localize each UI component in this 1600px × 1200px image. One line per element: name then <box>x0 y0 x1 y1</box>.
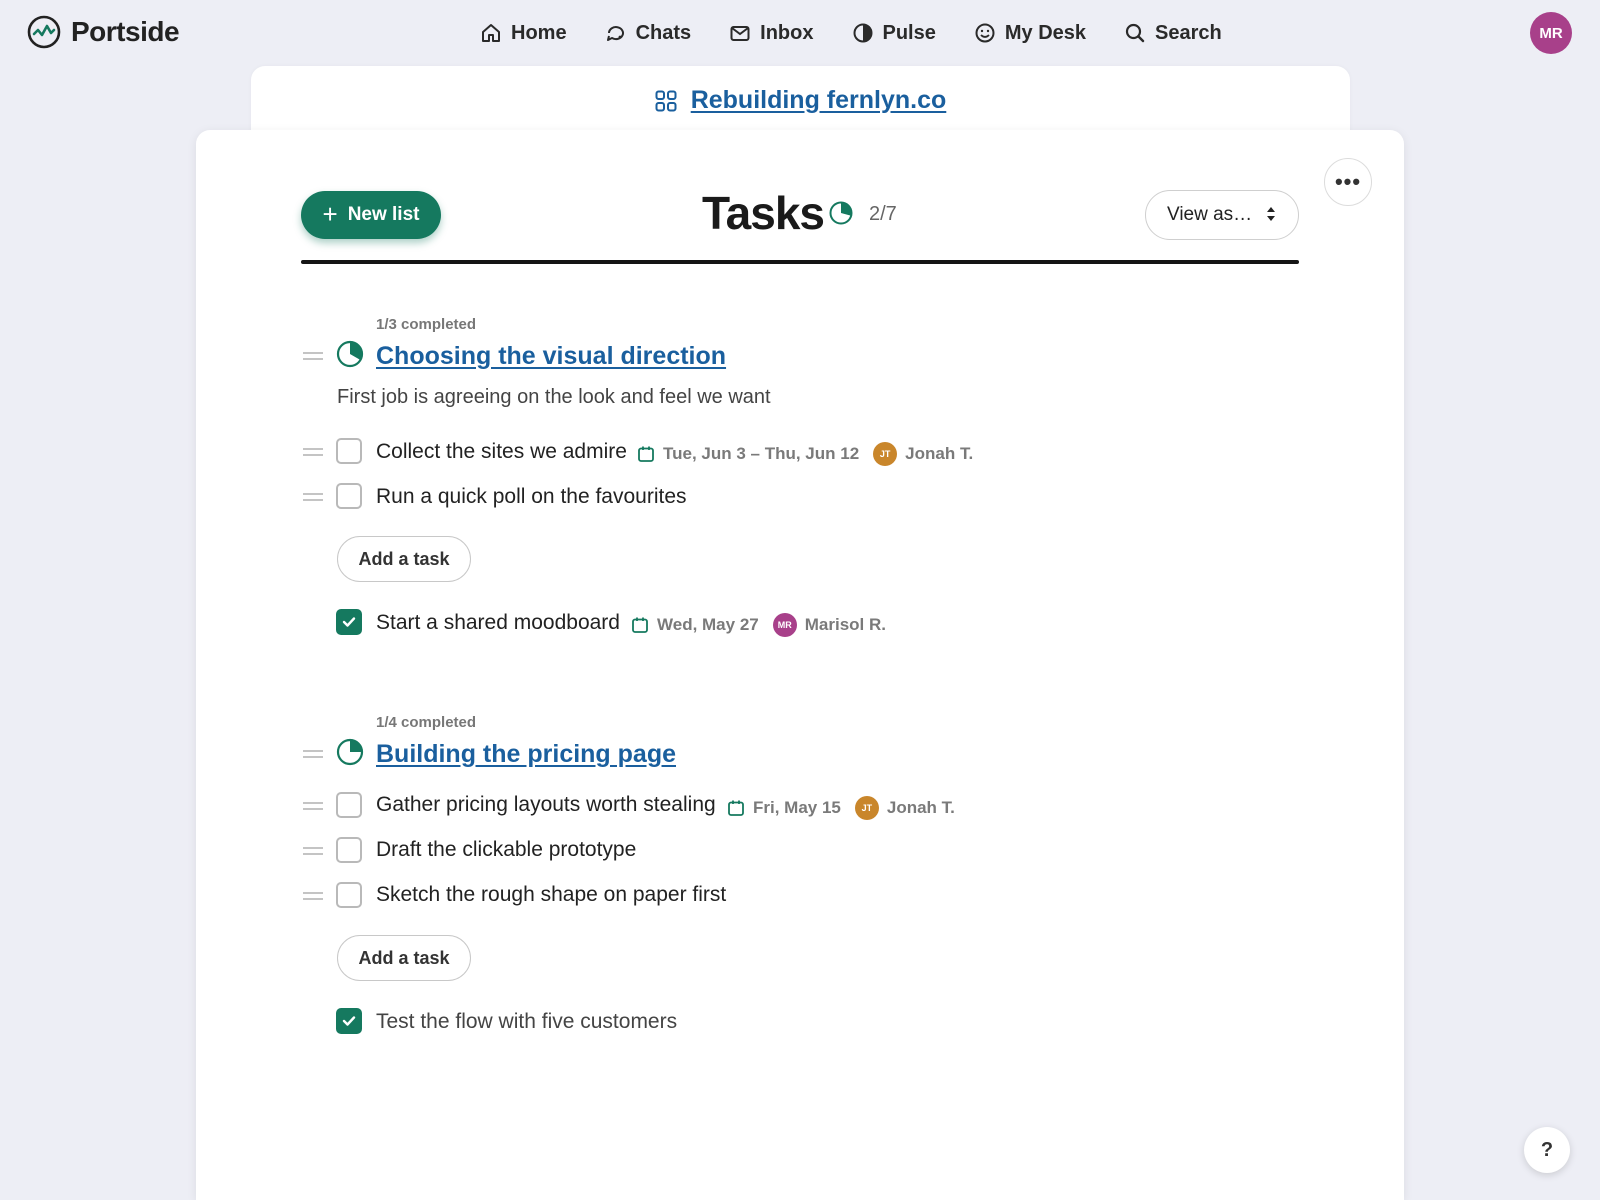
drag-handle-icon[interactable] <box>303 750 323 758</box>
task-meta: Tue, Jun 3 – Thu, Jun 12 JT Jonah T. <box>637 442 973 466</box>
tasks-count: 2/7 <box>869 203 897 225</box>
calendar-icon <box>632 617 648 633</box>
drag-handle-icon[interactable] <box>303 892 323 900</box>
progress-pie-icon <box>336 738 364 766</box>
chat-icon <box>606 26 624 41</box>
drag-handle-icon[interactable] <box>303 493 323 501</box>
list-title[interactable]: Choosing the visual direction <box>376 342 726 371</box>
drag-handle-icon[interactable] <box>303 352 323 360</box>
nav-label: Home <box>511 21 567 44</box>
add-task-button[interactable]: Add a task <box>337 536 471 582</box>
view-as-select[interactable]: View as… <box>1145 190 1299 240</box>
home-icon <box>482 24 500 42</box>
task-title[interactable]: Sketch the rough shape on paper first <box>376 883 726 907</box>
assignee-avatar: JT <box>854 796 879 820</box>
nav-label: Inbox <box>760 21 814 44</box>
task-title[interactable]: Collect the sites we admire <box>376 440 627 464</box>
task-date: Fri, May 15 <box>753 798 841 817</box>
list-completed-count: 1/3 completed <box>376 316 477 333</box>
project-link[interactable]: Rebuilding fernlyn.co <box>251 86 1350 115</box>
task-checkbox[interactable] <box>336 882 362 908</box>
task-date: Wed, May 27 <box>657 615 759 634</box>
assignee-avatar: MR <box>772 613 797 637</box>
task-checkbox-checked[interactable] <box>336 609 362 635</box>
search-icon <box>1125 23 1145 43</box>
smiley-icon <box>975 23 995 43</box>
tasks-card <box>196 130 1404 1200</box>
task-title[interactable]: Draft the clickable prototype <box>376 838 636 862</box>
nav-home[interactable]: Home <box>480 18 567 48</box>
task-title[interactable]: Gather pricing layouts worth stealing <box>376 793 716 817</box>
view-as-label: View as… <box>1167 204 1253 225</box>
assignee-avatar: JT <box>873 442 898 466</box>
list-title[interactable]: Building the pricing page <box>376 740 676 769</box>
drag-handle-icon[interactable] <box>303 448 323 456</box>
nav-my-desk[interactable]: My Desk <box>974 18 1086 48</box>
nav-label: My Desk <box>1004 21 1087 44</box>
new-list-button[interactable]: + New list <box>301 191 441 239</box>
nav-chats[interactable]: Chats <box>605 18 692 48</box>
nav-label: Pulse <box>882 21 936 44</box>
plus-icon: + <box>322 198 338 229</box>
app-name: Portside <box>71 16 180 47</box>
new-list-label: New list <box>347 204 420 225</box>
task-checkbox[interactable] <box>336 837 362 863</box>
progress-pie-icon <box>336 340 364 368</box>
nav-pulse[interactable]: Pulse <box>852 18 936 48</box>
brand[interactable]: Portside <box>27 15 180 49</box>
grid-icon <box>655 90 677 111</box>
assignee-name: Jonah T. <box>905 444 974 463</box>
assignee-name: Jonah T. <box>886 798 955 817</box>
task-title[interactable]: Test the flow with five customers <box>376 1010 677 1034</box>
nav-search[interactable]: Search <box>1124 18 1222 48</box>
half-circle-icon <box>853 23 872 43</box>
progress-pie-icon <box>829 201 853 225</box>
task-meta: Fri, May 15 JT Jonah T. <box>727 796 955 820</box>
task-date: Tue, Jun 3 – Thu, Jun 12 <box>663 444 860 463</box>
project-header: Rebuilding fernlyn.co <box>251 66 1350 136</box>
drag-handle-icon[interactable] <box>303 847 323 855</box>
page-title: Tasks <box>702 187 825 239</box>
task-checkbox[interactable] <box>336 483 362 509</box>
task-checkbox-checked[interactable] <box>336 1008 362 1034</box>
task-checkbox[interactable] <box>336 438 362 464</box>
user-avatar[interactable]: MR <box>1530 12 1572 54</box>
drag-handle-icon[interactable] <box>303 802 323 810</box>
help-button[interactable]: ? <box>1524 1127 1570 1173</box>
task-title[interactable]: Run a quick poll on the favourites <box>376 485 687 509</box>
sort-arrows-icon <box>1267 207 1275 221</box>
task-checkbox[interactable] <box>336 792 362 818</box>
nav-label: Chats <box>635 21 692 44</box>
task-meta: Wed, May 27 MR Marisol R. <box>631 613 886 637</box>
mail-icon <box>730 26 750 41</box>
nav-inbox[interactable]: Inbox <box>729 18 814 48</box>
check-icon <box>342 1016 356 1026</box>
list-completed-count: 1/4 completed <box>376 714 477 731</box>
list-description: First job is agreeing on the look and fe… <box>337 386 771 408</box>
more-options-button[interactable]: ••• <box>1324 158 1372 206</box>
portside-logo-icon <box>27 15 61 49</box>
project-name: Rebuilding fernlyn.co <box>690 86 947 114</box>
nav-label: Search <box>1155 21 1222 44</box>
main-nav: Home Chats Inbox Pulse My Desk Search <box>480 18 1260 48</box>
calendar-icon <box>728 800 744 816</box>
calendar-icon <box>638 446 654 462</box>
check-icon <box>342 617 356 627</box>
top-bar: Portside Home Chats Inbox Pulse My Desk … <box>0 0 1600 66</box>
assignee-name: Marisol R. <box>804 615 886 634</box>
title-divider <box>301 260 1299 264</box>
task-title[interactable]: Start a shared moodboard <box>376 611 620 635</box>
add-task-button[interactable]: Add a task <box>337 935 471 981</box>
